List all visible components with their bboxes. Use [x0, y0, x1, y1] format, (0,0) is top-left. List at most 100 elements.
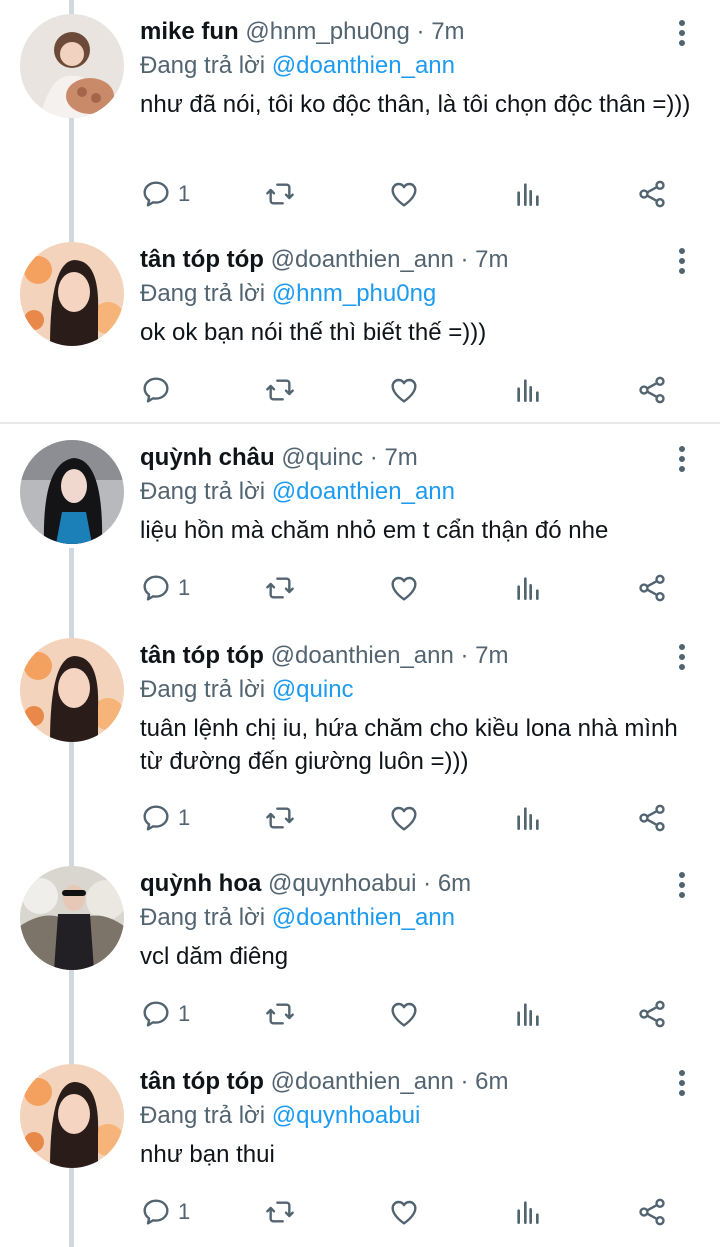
like-button[interactable] — [388, 370, 420, 410]
more-options-icon[interactable] — [674, 1070, 690, 1098]
share-button[interactable] — [636, 1192, 668, 1232]
like-button[interactable] — [388, 174, 420, 214]
username[interactable]: @quynhoabui — [268, 870, 416, 897]
mention-link[interactable]: @quinc — [272, 676, 354, 703]
more-options-icon[interactable] — [674, 20, 690, 48]
display-name[interactable]: quỳnh châu — [140, 444, 275, 471]
action-bar: 1 — [140, 994, 680, 1034]
share-button[interactable] — [636, 994, 668, 1034]
avatar[interactable] — [20, 638, 124, 742]
heart-icon — [391, 1200, 417, 1225]
username[interactable]: @hnm_phu0ng — [245, 18, 409, 45]
retweet-button[interactable] — [264, 568, 296, 608]
avatar[interactable] — [20, 1064, 124, 1168]
tweet[interactable]: tân tóp tóp @doanthien_ann · 6m Đang trả… — [0, 1064, 720, 1244]
like-button[interactable] — [388, 568, 420, 608]
retweet-button[interactable] — [264, 370, 296, 410]
more-options-icon[interactable] — [674, 248, 690, 276]
more-options-icon[interactable] — [674, 446, 690, 474]
action-bar: 1 — [140, 568, 680, 608]
username[interactable]: @quinc — [281, 444, 363, 471]
timestamp[interactable]: 6m — [438, 870, 471, 897]
timestamp[interactable]: 7m — [384, 444, 417, 471]
tweet-header: quỳnh châu @quinc · 7m — [140, 442, 660, 474]
username[interactable]: @doanthien_ann — [271, 1068, 454, 1095]
display-name[interactable]: tân tóp tóp — [140, 642, 264, 669]
tweet-text: ok ok bạn nói thế thì biết thế =))) — [140, 319, 487, 346]
mention-link[interactable]: @doanthien_ann — [272, 478, 455, 505]
reply-button[interactable]: 1 — [140, 1192, 190, 1232]
analytics-button[interactable] — [512, 370, 544, 410]
timestamp[interactable]: 7m — [475, 642, 508, 669]
avatar[interactable] — [20, 866, 124, 970]
analytics-button[interactable] — [512, 994, 544, 1034]
reply-icon — [143, 805, 169, 831]
replying-to-label: Đang trả lời — [140, 904, 266, 931]
display-name[interactable]: quỳnh hoa — [140, 870, 261, 897]
username[interactable]: @doanthien_ann — [271, 246, 454, 273]
share-button[interactable] — [636, 798, 668, 838]
reply-button[interactable]: 1 — [140, 798, 190, 838]
like-button[interactable] — [388, 1192, 420, 1232]
retweet-button[interactable] — [264, 994, 296, 1034]
retweet-button[interactable] — [264, 798, 296, 838]
tweet[interactable]: quỳnh châu @quinc · 7m Đang trả lời @doa… — [0, 440, 720, 620]
timestamp[interactable]: 7m — [431, 18, 464, 45]
like-button[interactable] — [388, 798, 420, 838]
heart-icon — [391, 182, 417, 207]
share-button[interactable] — [636, 174, 668, 214]
like-button[interactable] — [388, 994, 420, 1034]
tweet-header: tân tóp tóp @doanthien_ann · 6m — [140, 1066, 660, 1098]
mention-link[interactable]: @doanthien_ann — [272, 904, 455, 931]
reply-count: 1 — [178, 805, 191, 830]
analytics-button[interactable] — [512, 174, 544, 214]
share-icon — [639, 1000, 665, 1028]
display-name[interactable]: mike fun — [140, 18, 239, 45]
analytics-button[interactable] — [512, 798, 544, 838]
mention-link[interactable]: @quynhoabui — [272, 1102, 420, 1129]
timestamp[interactable]: 7m — [475, 246, 508, 273]
tweet-text: như đã nói, tôi ko độc thân, là tôi chọn… — [140, 91, 691, 118]
retweet-button[interactable] — [264, 174, 296, 214]
reply-button[interactable]: 1 — [140, 174, 190, 214]
tweet[interactable]: mike fun @hnm_phu0ng · 7m Đang trả lời @… — [0, 14, 720, 224]
heart-icon — [391, 378, 417, 403]
tweet-header: tân tóp tóp @doanthien_ann · 7m — [140, 244, 660, 276]
analytics-icon — [517, 1201, 539, 1224]
mention-link[interactable]: @doanthien_ann — [272, 52, 455, 79]
mention-link[interactable]: @hnm_phu0ng — [272, 280, 436, 307]
replying-to: Đang trả lời @quynhoabui — [140, 1100, 420, 1132]
share-button[interactable] — [636, 370, 668, 410]
replying-to-label: Đang trả lời — [140, 280, 266, 307]
timestamp[interactable]: 6m — [475, 1068, 508, 1095]
avatar[interactable] — [20, 14, 124, 118]
display-name[interactable]: tân tóp tóp — [140, 246, 264, 273]
more-options-icon[interactable] — [674, 872, 690, 900]
reply-icon — [143, 181, 169, 207]
reply-button[interactable] — [140, 370, 178, 410]
tweet[interactable]: tân tóp tóp @doanthien_ann · 7m Đang trả… — [0, 242, 720, 422]
separator: · — [369, 444, 378, 471]
tweet[interactable]: quỳnh hoa @quynhoabui · 6m Đang trả lời … — [0, 866, 720, 1046]
analytics-button[interactable] — [512, 1192, 544, 1232]
avatar-tan-image — [20, 242, 124, 346]
separator: · — [416, 18, 425, 45]
more-options-icon[interactable] — [674, 644, 690, 672]
retweet-button[interactable] — [264, 1192, 296, 1232]
replying-to-label: Đang trả lời — [140, 478, 266, 505]
replying-to: Đang trả lời @doanthien_ann — [140, 50, 455, 82]
display-name[interactable]: tân tóp tóp — [140, 1068, 264, 1095]
reply-icon — [143, 575, 169, 601]
analytics-button[interactable] — [512, 568, 544, 608]
replying-to-label: Đang trả lời — [140, 676, 266, 703]
avatar[interactable] — [20, 242, 124, 346]
avatar[interactable] — [20, 440, 124, 544]
heart-icon — [391, 576, 417, 601]
share-button[interactable] — [636, 568, 668, 608]
reply-button[interactable]: 1 — [140, 568, 190, 608]
share-icon — [639, 376, 665, 404]
replying-to: Đang trả lời @hnm_phu0ng — [140, 278, 436, 310]
tweet[interactable]: tân tóp tóp @doanthien_ann · 7m Đang trả… — [0, 638, 720, 848]
username[interactable]: @doanthien_ann — [271, 642, 454, 669]
reply-button[interactable]: 1 — [140, 994, 190, 1034]
